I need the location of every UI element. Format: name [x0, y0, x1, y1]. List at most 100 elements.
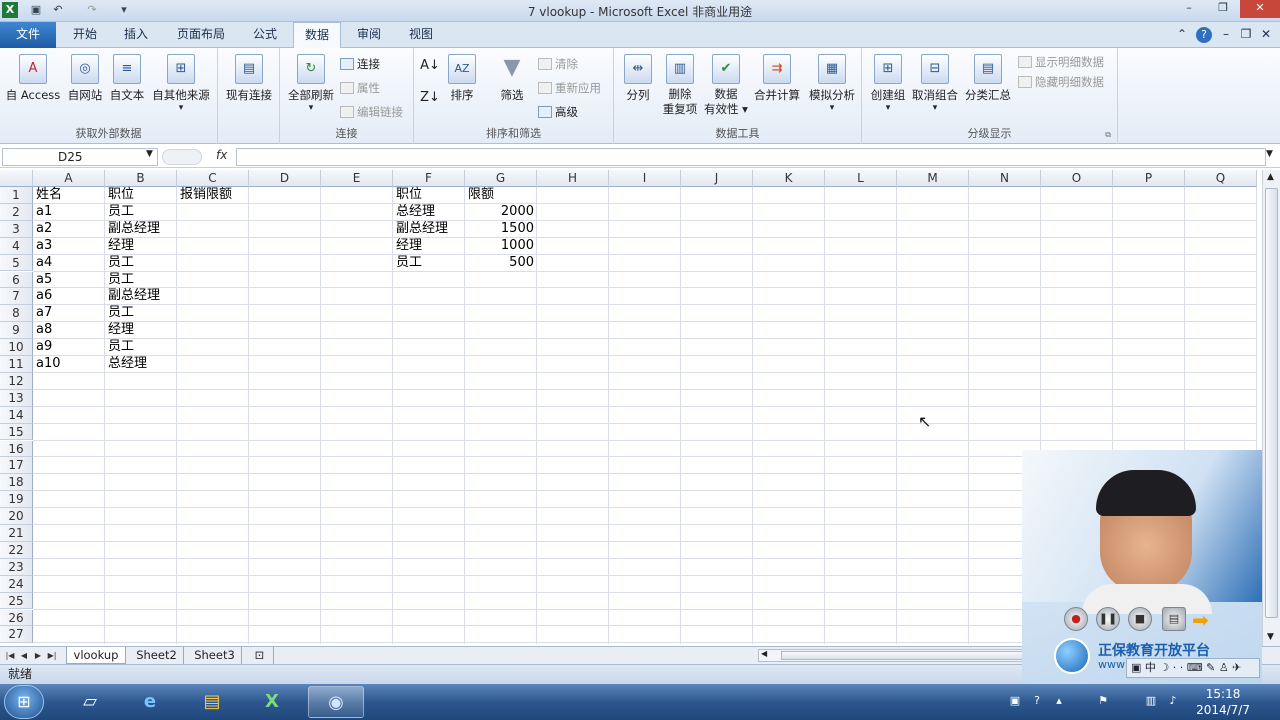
- cell-f2[interactable]: 总经理: [393, 204, 465, 221]
- tab-review[interactable]: 审阅: [344, 22, 394, 48]
- instructor-video-overlay[interactable]: ● ❚❚ ■ ▤ ➡ 正保教育开放平台 www ▣ 中 ☽ · · ⌨ ✎ ♙ …: [1022, 450, 1262, 684]
- flag-icon[interactable]: ⚑: [1096, 694, 1110, 708]
- edit-links-button[interactable]: 编辑链接: [340, 104, 403, 120]
- clear-filter-button[interactable]: 清除: [538, 56, 578, 72]
- cell-b4[interactable]: 经理: [105, 238, 177, 255]
- tab-page-layout[interactable]: 页面布局: [164, 22, 238, 48]
- vertical-scroll-thumb[interactable]: [1265, 188, 1278, 618]
- last-sheet-icon[interactable]: ▶|: [46, 648, 58, 664]
- column-header-l[interactable]: L: [825, 170, 897, 187]
- row-header-2[interactable]: 2: [0, 203, 33, 221]
- connections-button[interactable]: 连接: [340, 56, 380, 72]
- cell-a4[interactable]: a3: [33, 238, 105, 255]
- expand-formula-bar-icon[interactable]: ▼: [1266, 149, 1273, 159]
- row-header-19[interactable]: 19: [0, 491, 33, 509]
- row-header-18[interactable]: 18: [0, 474, 33, 492]
- next-sheet-icon[interactable]: ▶: [32, 648, 44, 664]
- properties-button[interactable]: 属性: [340, 80, 380, 96]
- cell-g1[interactable]: 限额: [465, 187, 537, 204]
- tab-view[interactable]: 视图: [396, 22, 446, 48]
- row-header-24[interactable]: 24: [0, 575, 33, 593]
- select-all-corner[interactable]: [0, 170, 33, 187]
- insert-function-icon[interactable]: fx: [216, 148, 227, 162]
- tab-home[interactable]: 开始: [60, 22, 110, 48]
- hide-detail-button[interactable]: 隐藏明细数据: [1018, 74, 1104, 90]
- row-header-26[interactable]: 26: [0, 609, 33, 627]
- cell-b8[interactable]: 员工: [105, 305, 177, 322]
- minimize-ribbon-icon[interactable]: ⌃: [1172, 22, 1192, 48]
- help-tray-icon[interactable]: ?: [1030, 694, 1044, 708]
- sort-descending-icon[interactable]: Z↓: [420, 90, 440, 105]
- refresh-all-button[interactable]: ↻ 全部刷新 ▾: [284, 54, 338, 113]
- tray-icon[interactable]: ▣: [1008, 694, 1022, 708]
- sheet-tab-sheet3[interactable]: Sheet3: [188, 647, 242, 664]
- row-header-4[interactable]: 4: [0, 237, 33, 255]
- row-header-3[interactable]: 3: [0, 220, 33, 238]
- scroll-up-icon[interactable]: ▲: [1267, 172, 1274, 182]
- data-validation-button[interactable]: ✔ 数据 有效性 ▾: [702, 54, 750, 117]
- internet-explorer-icon[interactable]: e: [122, 686, 178, 718]
- column-header-f[interactable]: F: [393, 170, 465, 187]
- cell-a1[interactable]: 姓名: [33, 187, 105, 204]
- row-header-8[interactable]: 8: [0, 305, 33, 323]
- row-header-20[interactable]: 20: [0, 508, 33, 525]
- column-header-a[interactable]: A: [33, 170, 105, 187]
- row-header-14[interactable]: 14: [0, 406, 33, 424]
- workbook-restore-button[interactable]: ❐: [1236, 22, 1256, 48]
- advanced-filter-button[interactable]: 高级: [538, 104, 578, 120]
- row-header-1[interactable]: 1: [0, 187, 33, 204]
- cell-g5[interactable]: 500: [465, 255, 537, 272]
- input-method-bar[interactable]: ▣ 中 ☽ · · ⌨ ✎ ♙ ✈: [1126, 658, 1260, 678]
- file-explorer-icon[interactable]: ▤: [184, 686, 240, 718]
- cell-f4[interactable]: 经理: [393, 238, 465, 255]
- cell-g2[interactable]: 2000: [465, 204, 537, 221]
- cell-f3[interactable]: 副总经理: [393, 221, 465, 238]
- close-button[interactable]: ✕: [1240, 0, 1280, 18]
- cell-a10[interactable]: a9: [33, 339, 105, 356]
- remove-duplicates-button[interactable]: ▥ 删除 重复项: [660, 54, 700, 117]
- sheet-tab-vlookup[interactable]: vlookup: [66, 647, 126, 664]
- workbook-close-button[interactable]: ✕: [1256, 22, 1276, 48]
- media-player-taskbar-icon[interactable]: ◉: [308, 686, 364, 718]
- show-detail-button[interactable]: 显示明细数据: [1018, 54, 1104, 70]
- column-header-m[interactable]: M: [897, 170, 969, 187]
- workbook-minimize-button[interactable]: –: [1216, 22, 1236, 48]
- existing-connections-button[interactable]: ▤ 现有连接: [222, 54, 276, 103]
- row-header-6[interactable]: 6: [0, 271, 33, 289]
- sort-button[interactable]: AZ 排序: [444, 54, 480, 103]
- column-header-b[interactable]: B: [105, 170, 177, 187]
- row-header-22[interactable]: 22: [0, 541, 33, 559]
- cell-b7[interactable]: 副总经理: [105, 288, 177, 305]
- column-header-q[interactable]: Q: [1185, 170, 1257, 187]
- row-header-21[interactable]: 21: [0, 525, 33, 542]
- what-if-analysis-button[interactable]: ▦ 模拟分析 ▾: [804, 54, 860, 113]
- row-header-5[interactable]: 5: [0, 254, 33, 272]
- cell-b6[interactable]: 员工: [105, 272, 177, 289]
- scroll-down-icon[interactable]: ▼: [1267, 632, 1274, 642]
- start-button[interactable]: ⊞: [4, 685, 44, 719]
- cell-f5[interactable]: 员工: [393, 255, 465, 272]
- row-header-27[interactable]: 27: [0, 626, 33, 644]
- cell-c1[interactable]: 报销限额: [177, 187, 249, 204]
- ungroup-button[interactable]: ⊟ 取消组合 ▾: [910, 54, 960, 113]
- cell-b2[interactable]: 员工: [105, 204, 177, 221]
- pause-icon[interactable]: ❚❚: [1096, 607, 1120, 631]
- prev-sheet-icon[interactable]: ◀: [18, 648, 30, 664]
- cell-a3[interactable]: a2: [33, 221, 105, 238]
- cell-b9[interactable]: 经理: [105, 322, 177, 339]
- record-icon[interactable]: ●: [1064, 607, 1088, 631]
- row-header-10[interactable]: 10: [0, 339, 33, 356]
- network-icon[interactable]: ▥: [1144, 694, 1158, 708]
- tab-formulas[interactable]: 公式: [240, 22, 290, 48]
- scroll-left-icon[interactable]: ◀: [761, 649, 767, 658]
- next-arrow-icon[interactable]: ➡: [1192, 608, 1209, 632]
- formula-input[interactable]: [236, 148, 1266, 166]
- column-header-k[interactable]: K: [753, 170, 825, 187]
- from-text-button[interactable]: ≡ 自文本: [106, 54, 148, 103]
- network-tray-icon[interactable]: ▴: [1052, 694, 1066, 708]
- text-to-columns-button[interactable]: ⇹ 分列: [620, 54, 656, 103]
- insert-sheet-icon[interactable]: ⊡: [246, 647, 274, 664]
- cell-g4[interactable]: 1000: [465, 238, 537, 255]
- row-header-17[interactable]: 17: [0, 457, 33, 475]
- row-header-12[interactable]: 12: [0, 372, 33, 390]
